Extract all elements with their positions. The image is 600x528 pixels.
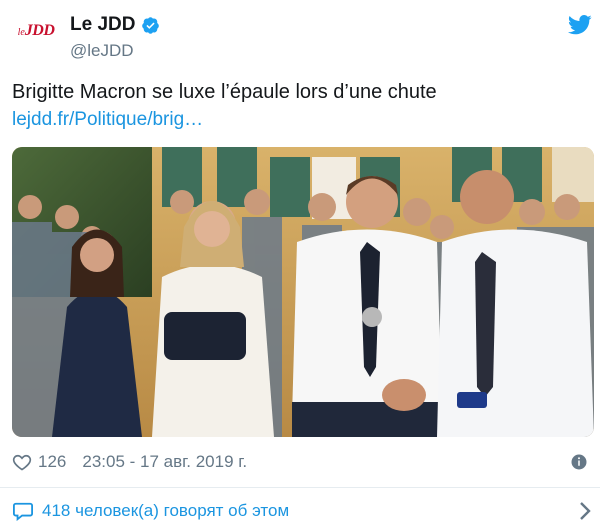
heart-icon[interactable] bbox=[12, 452, 32, 472]
logo-le-text: le bbox=[17, 27, 25, 38]
photo-illustration bbox=[12, 147, 594, 437]
likes-count[interactable]: 126 bbox=[38, 452, 66, 472]
tweet-link[interactable]: lejdd.fr/Politique/brig… bbox=[12, 108, 203, 132]
tweet-text: Brigitte Macron se luxe l’épaule lors d’… bbox=[12, 81, 437, 103]
comment-icon bbox=[12, 502, 33, 521]
people-talking-row[interactable]: 418 человек(а) говорят об этом bbox=[12, 498, 592, 524]
name-row: Le JDD bbox=[70, 14, 160, 36]
verified-badge-icon bbox=[142, 16, 160, 34]
tweet-meta-row: 126 23:05 - 17 авг. 2019 г. bbox=[12, 450, 592, 474]
divider bbox=[0, 487, 600, 488]
people-talking-text[interactable]: 418 человек(а) говорят об этом bbox=[42, 501, 289, 521]
twitter-bird-icon[interactable] bbox=[568, 14, 592, 36]
account-avatar-logo[interactable]: le JDD bbox=[11, 22, 61, 52]
tweet-timestamp[interactable]: 23:05 - 17 авг. 2019 г. bbox=[82, 452, 247, 472]
logo-jdd-text: JDD bbox=[24, 22, 55, 39]
account-handle[interactable]: @leJDD bbox=[70, 41, 134, 61]
info-icon[interactable] bbox=[570, 453, 588, 471]
tweet-header: le JDD Le JDD @leJDD bbox=[0, 0, 600, 70]
tweet-photo[interactable] bbox=[12, 147, 594, 437]
display-name[interactable]: Le JDD bbox=[70, 14, 135, 36]
chevron-right-icon[interactable] bbox=[578, 501, 592, 521]
